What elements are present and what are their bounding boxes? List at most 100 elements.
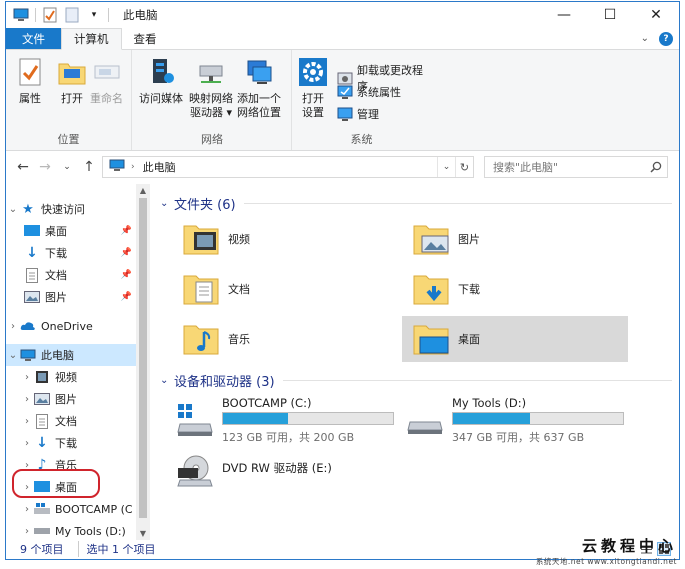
- folder-pictures[interactable]: 图片: [390, 216, 616, 262]
- scroll-up-icon[interactable]: ▲: [136, 186, 150, 195]
- expanded-chevron-icon[interactable]: ⌄: [6, 350, 20, 361]
- help-icon[interactable]: ?: [659, 31, 673, 46]
- address-bar[interactable]: › 此电脑 ⌄ ↻: [102, 156, 474, 178]
- properties-button[interactable]: 属性: [14, 56, 46, 106]
- nav-pc-documents[interactable]: › 文档: [6, 410, 136, 432]
- picture-icon: [34, 391, 50, 407]
- close-button[interactable]: ✕: [633, 2, 679, 28]
- folder-downloads[interactable]: 下载: [390, 266, 616, 312]
- open-settings-label-2: 设置: [302, 106, 324, 119]
- back-arrow-icon[interactable]: ←: [12, 159, 34, 175]
- breadcrumb-separator-icon[interactable]: ›: [131, 162, 135, 172]
- nav-quick-downloads[interactable]: ↓ 下载 📌: [6, 242, 136, 264]
- collapsed-chevron-icon[interactable]: ›: [20, 394, 34, 405]
- nav-quick-documents[interactable]: 文档 📌: [6, 264, 136, 286]
- item-count: 9 个项目: [20, 543, 64, 556]
- nav-scrollbar[interactable]: ▲ ▼: [136, 184, 150, 540]
- collapsed-chevron-icon[interactable]: ›: [20, 526, 34, 537]
- system-properties-button[interactable]: 系统属性: [337, 84, 401, 100]
- customize-dropdown-icon[interactable]: ▾: [86, 7, 102, 23]
- folder-music[interactable]: 音乐: [160, 316, 386, 362]
- nav-label: 下载: [55, 437, 77, 450]
- collapsed-chevron-icon[interactable]: ›: [6, 321, 20, 332]
- manage-label: 管理: [357, 108, 379, 121]
- folder-videos[interactable]: 视频: [160, 216, 386, 262]
- collapsed-chevron-icon[interactable]: ›: [20, 504, 34, 515]
- folder-documents[interactable]: 文档: [160, 266, 386, 312]
- desktop-folder-icon: [412, 320, 450, 358]
- nav-quick-desktop[interactable]: 桌面 📌: [6, 220, 136, 242]
- access-media-button[interactable]: 访问媒体: [139, 56, 183, 106]
- collapsed-chevron-icon[interactable]: ›: [20, 372, 34, 383]
- tab-view[interactable]: 查看: [122, 28, 169, 49]
- download-arrow-icon: ↓: [26, 245, 38, 261]
- maximize-button[interactable]: ☐: [587, 2, 633, 28]
- collapsed-chevron-icon[interactable]: ›: [20, 416, 34, 427]
- open-button[interactable]: 打开: [56, 56, 88, 106]
- folders-section-header[interactable]: ⌄ 文件夹 (6): [160, 194, 672, 213]
- drive-bootcamp[interactable]: BOOTCAMP (C:) 123 GB 可用，共 200 GB: [158, 394, 394, 444]
- map-drive-label-2: 驱动器 ▾: [189, 106, 233, 119]
- forward-arrow-icon[interactable]: →: [34, 159, 56, 175]
- nav-quick-pictures[interactable]: 图片 📌: [6, 286, 136, 308]
- scroll-down-icon[interactable]: ▼: [136, 529, 150, 538]
- search-box[interactable]: 搜索"此电脑": [484, 156, 668, 178]
- expanded-chevron-icon[interactable]: ⌄: [160, 375, 174, 386]
- properties-icon[interactable]: [42, 7, 58, 23]
- drives-section-header[interactable]: ⌄ 设备和驱动器 (3): [160, 371, 672, 390]
- group-label-system: 系统: [350, 133, 373, 146]
- map-network-drive-button[interactable]: 映射网络 驱动器 ▾: [189, 56, 233, 120]
- pin-icon: 📌: [120, 248, 132, 258]
- add-location-label-1: 添加一个: [237, 92, 281, 105]
- nav-label: 图片: [45, 291, 67, 304]
- document-folder-icon: [182, 270, 220, 308]
- system-properties-icon: [337, 84, 353, 100]
- rename-button[interactable]: 重命名: [90, 56, 123, 106]
- collapsed-chevron-icon[interactable]: ›: [20, 438, 34, 449]
- drive-size: 123 GB 可用，共 200 GB: [222, 431, 355, 444]
- search-icon[interactable]: [645, 161, 667, 173]
- open-settings-button[interactable]: 打开 设置: [297, 56, 329, 120]
- manage-button[interactable]: 管理: [337, 106, 379, 122]
- nav-onedrive[interactable]: › OneDrive: [6, 315, 136, 337]
- expand-ribbon-icon[interactable]: ⌄: [641, 33, 649, 44]
- breadcrumb[interactable]: 此电脑: [143, 159, 176, 175]
- drive-dvd[interactable]: DVD RW 驱动器 (E:): [158, 446, 388, 492]
- address-actions: ⌄ ↻: [437, 157, 473, 177]
- nav-quick-access[interactable]: ⌄ ★ 快速访问: [6, 198, 136, 220]
- computer-icon[interactable]: [13, 7, 29, 23]
- expanded-chevron-icon[interactable]: ⌄: [160, 198, 174, 209]
- nav-pc-downloads[interactable]: › ↓ 下载: [6, 432, 136, 454]
- nav-pc-bootcamp[interactable]: › BOOTCAMP (C: [6, 498, 136, 520]
- properties-icon: [14, 56, 46, 88]
- tab-file[interactable]: 文件: [6, 28, 61, 49]
- section-title: 设备和驱动器 (3): [174, 375, 275, 390]
- search-input[interactable]: 搜索"此电脑": [493, 159, 558, 175]
- recent-locations-icon[interactable]: ⌄: [56, 162, 78, 172]
- pin-icon: 📌: [120, 270, 132, 280]
- computer-icon: [20, 347, 36, 363]
- pin-icon: 📌: [120, 292, 132, 302]
- watermark: 云教程中心 系统天地.net www.xitongtiandi.net: [536, 535, 677, 567]
- refresh-icon[interactable]: ↻: [455, 157, 473, 177]
- minimize-button[interactable]: —: [541, 2, 587, 28]
- video-icon: [34, 369, 50, 385]
- media-server-icon: [145, 56, 177, 88]
- nav-this-pc[interactable]: ⌄ 此电脑: [6, 344, 136, 366]
- folder-desktop[interactable]: 桌面: [402, 316, 628, 362]
- drive-mytools[interactable]: My Tools (D:) 347 GB 可用，共 637 GB: [388, 394, 624, 444]
- nav-pc-pictures[interactable]: › 图片: [6, 388, 136, 410]
- new-folder-icon[interactable]: [64, 7, 80, 23]
- drive-name: My Tools (D:): [452, 396, 527, 410]
- scrollbar-thumb[interactable]: [139, 198, 147, 518]
- dvd-drive-icon: [176, 454, 214, 490]
- up-arrow-icon[interactable]: ↑: [78, 159, 100, 175]
- nav-pc-mytools[interactable]: › My Tools (D:): [6, 520, 136, 540]
- tab-computer[interactable]: 计算机: [61, 28, 122, 50]
- address-dropdown-icon[interactable]: ⌄: [437, 157, 455, 177]
- add-network-location-button[interactable]: 添加一个 网络位置: [237, 56, 281, 120]
- nav-pc-videos[interactable]: › 视频: [6, 366, 136, 388]
- expanded-chevron-icon[interactable]: ⌄: [6, 204, 20, 215]
- document-icon: [34, 413, 50, 429]
- watermark-subtitle: 系统天地.net www.xitongtiandi.net: [535, 557, 677, 566]
